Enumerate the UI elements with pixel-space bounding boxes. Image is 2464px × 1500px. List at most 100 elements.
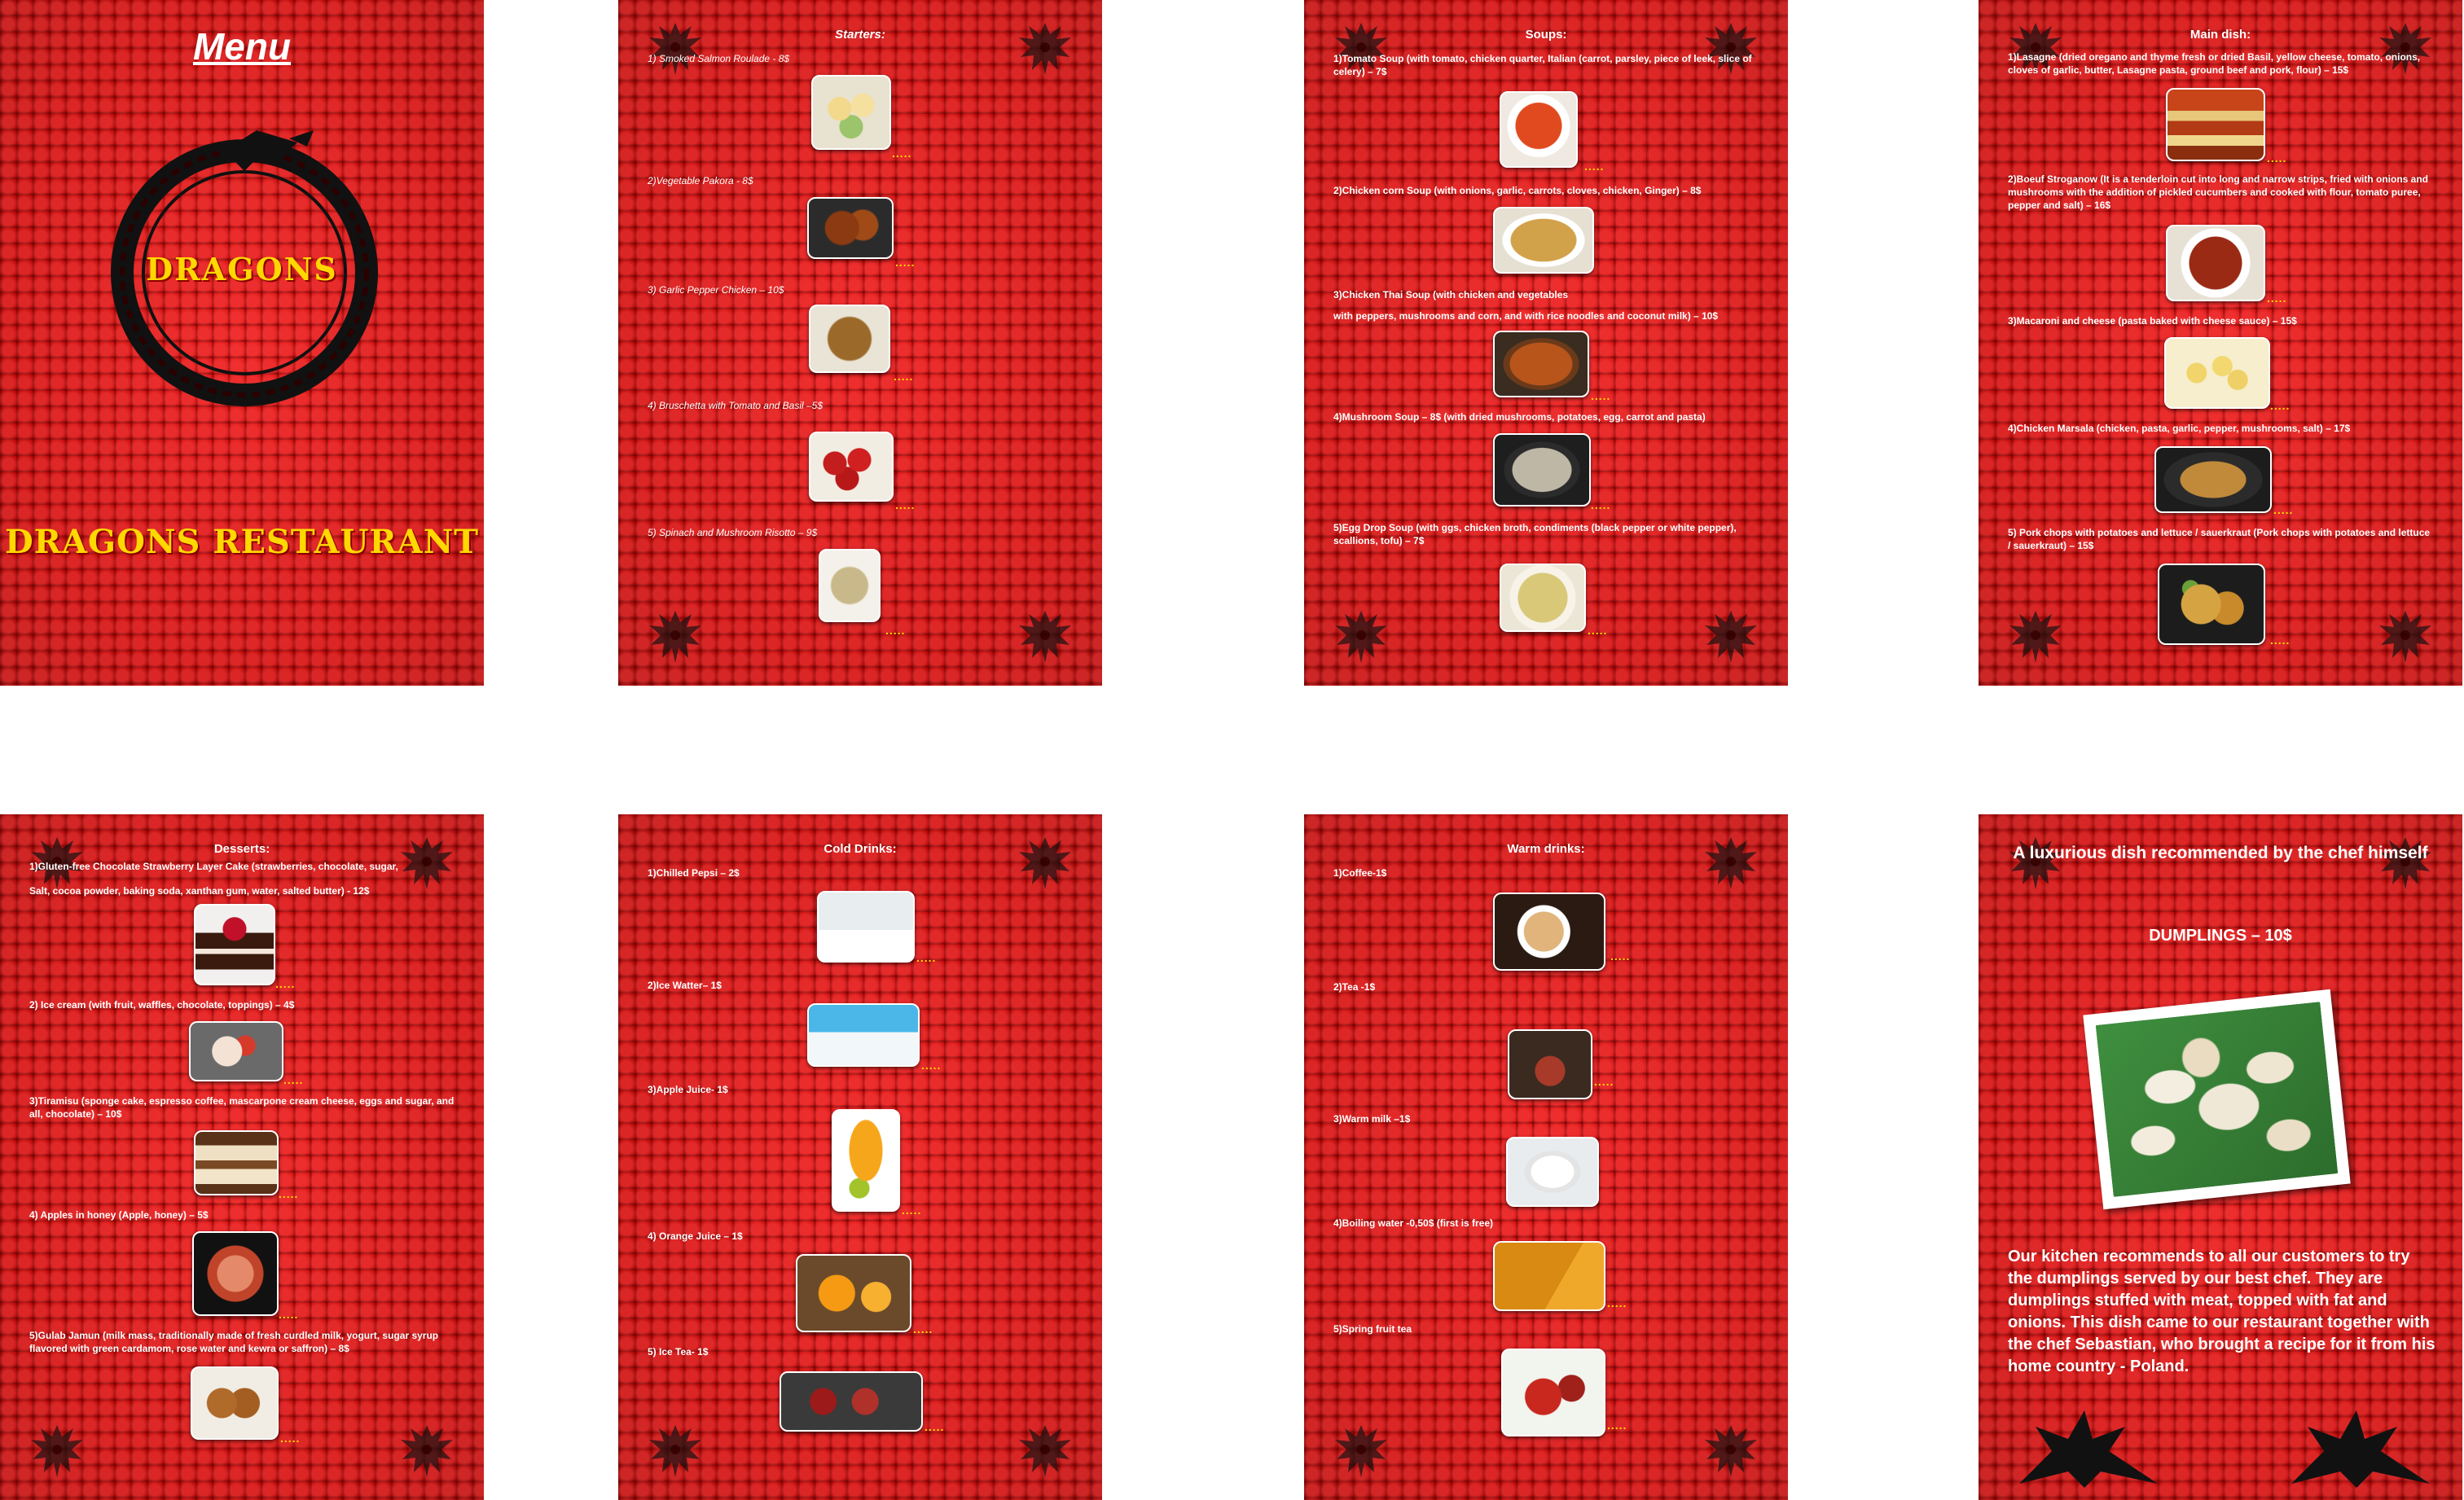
price-dots: ..... <box>892 147 912 160</box>
menu-item: 3)Chicken Thai Soup (with chicken and ve… <box>1333 289 1569 300</box>
dragon-emblem-icon <box>2003 604 2068 669</box>
price-dots: ..... <box>279 1308 299 1321</box>
brand-ring-text: DRAGONS <box>146 251 338 287</box>
dish-photo <box>796 1254 911 1332</box>
menu-item-cont: with peppers, mushrooms and corn, and wi… <box>1333 310 1719 322</box>
dish-photo <box>817 891 915 963</box>
chef-dish-name: DUMPLINGS – 10$ <box>2149 927 2292 945</box>
price-dots: ..... <box>1607 1419 1627 1432</box>
price-dots: ..... <box>916 951 937 964</box>
menu-item: 1)Coffee-1$ <box>1333 867 1387 879</box>
chef-title: A luxurious dish recommended by the chef… <box>2013 844 2428 862</box>
dish-photo <box>1493 207 1594 274</box>
brand-full-text: DRAGONS RESTAURANT <box>4 523 480 561</box>
price-dots: ..... <box>902 1204 922 1217</box>
section-title: Cold Drinks: <box>824 842 897 856</box>
menu-item: 2)Ice Watter– 1$ <box>648 980 722 991</box>
dish-photo <box>1493 331 1589 397</box>
dragon-emblem-icon <box>1698 1419 1763 1484</box>
menu-item: 2) Ice cream (with fruit, waffles, choco… <box>29 999 295 1011</box>
dish-photo <box>811 75 891 150</box>
price-dots: ..... <box>925 1420 945 1433</box>
menu-item: 1) Smoked Salmon Roulade - 8$ <box>648 53 790 64</box>
starters-page: Starters: 1) Smoked Salmon Roulade - 8$ … <box>618 0 1102 686</box>
dish-photo <box>2158 564 2265 645</box>
menu-item: 5)Spring fruit tea <box>1333 1323 1412 1335</box>
menu-item: 1)Lasagne (dried oregano and thyme fresh… <box>2008 51 2421 77</box>
dragon-emblem-icon <box>643 1419 708 1484</box>
menu-item: 4)Mushroom Soup – 8$ (with dried mushroo… <box>1333 411 1706 423</box>
dragon-silhouette-icon <box>2019 1410 2158 1488</box>
dragon-emblem-icon <box>1012 1419 1078 1484</box>
dragon-emblem-icon <box>2373 604 2438 669</box>
price-dots: ..... <box>1591 389 1611 402</box>
menu-item: 2)Vegetable Pakora - 8$ <box>648 175 753 186</box>
menu-item: 4) Bruschetta with Tomato and Basil –5$ <box>648 400 824 411</box>
dish-photo <box>819 549 881 622</box>
dish-photo <box>1501 1349 1605 1436</box>
menu-item: 1)Chilled Pepsi – 2$ <box>648 867 740 879</box>
price-dots: ..... <box>283 1073 304 1086</box>
dish-photo <box>809 305 890 373</box>
price-dots: ..... <box>2267 151 2287 164</box>
price-dots: ..... <box>1588 624 1608 637</box>
menu-item: 1)Gluten-free Chocolate Strawberry Layer… <box>29 861 398 872</box>
menu-item-cont: Salt, cocoa powder, baking soda, xanthan… <box>29 885 370 897</box>
section-title: Main dish: <box>2189 28 2251 42</box>
dragon-emblem-icon <box>1012 831 1078 896</box>
dragon-emblem-icon <box>1329 604 1394 669</box>
dish-photo <box>1493 1241 1605 1311</box>
menu-item: 5) Spinach and Mushroom Risotto – 9$ <box>648 527 818 538</box>
price-dots: ..... <box>1584 160 1605 173</box>
dragon-emblem-icon <box>643 604 708 669</box>
soups-page: Soups: 1)Tomato Soup (with tomato, chick… <box>1304 0 1788 686</box>
dish-photo <box>1493 893 1605 971</box>
dragon-emblem-icon <box>1329 1419 1394 1484</box>
dish-photo <box>1500 91 1578 168</box>
cold-drinks-page: Cold Drinks: 1)Chilled Pepsi – 2$ ..... … <box>618 814 1102 1500</box>
menu-item: 4) Orange Juice – 1$ <box>648 1230 743 1242</box>
price-dots: ..... <box>895 256 916 269</box>
price-dots: ..... <box>1594 1075 1614 1088</box>
price-dots: ..... <box>895 498 916 511</box>
desserts-page: Desserts: 1)Gluten-free Chocolate Strawb… <box>0 814 484 1500</box>
price-dots: ..... <box>921 1059 942 1072</box>
price-dots: ..... <box>2270 399 2291 412</box>
dish-photo <box>832 1109 900 1212</box>
menu-item: 2)Tea -1$ <box>1333 981 1376 993</box>
dish-photo <box>1508 1029 1592 1099</box>
main-dish-page: Main dish: 1)Lasagne (dried oregano and … <box>1979 0 2462 686</box>
dish-photo <box>2154 446 2272 513</box>
menu-item: 5)Egg Drop Soup (with ggs, chicken broth… <box>1333 522 1737 547</box>
price-dots: ..... <box>1607 1296 1627 1309</box>
menu-item: 5) Pork chops with potatoes and lettuce … <box>2008 527 2431 552</box>
dish-photo <box>2166 88 2265 161</box>
menu-item: 3)Warm milk –1$ <box>1333 1113 1411 1125</box>
price-dots: ..... <box>1591 498 1611 511</box>
menu-item: 2)Boeuf Stroganow (It is a tenderloin cu… <box>2008 173 2429 212</box>
menu-item: 3)Tiramisu (sponge cake, espresso coffee… <box>29 1095 455 1121</box>
menu-item: 4) Apples in honey (Apple, honey) – 5$ <box>29 1209 209 1221</box>
dragon-emblem-icon <box>1698 831 1763 896</box>
dish-photo <box>189 1021 283 1081</box>
cover-page: Menu DRAGONS DRAGONS RESTAURANT <box>0 0 484 686</box>
section-title: Warm drinks: <box>1507 842 1585 856</box>
dish-photo <box>194 904 275 985</box>
menu-item: 2)Chicken corn Soup (with onions, garlic… <box>1333 185 1702 196</box>
dish-photo <box>191 1366 279 1440</box>
section-title: Starters: <box>835 28 885 42</box>
dish-photo <box>1506 1137 1599 1207</box>
dragon-emblem-icon <box>643 16 708 81</box>
dish-photo <box>2164 337 2270 409</box>
dragon-emblem-icon <box>1012 16 1078 81</box>
warm-drinks-page: Warm drinks: 1)Coffee-1$ ..... 2)Tea -1$… <box>1304 814 1788 1500</box>
menu-item: 4)Chicken Marsala (chicken, pasta, garli… <box>2008 423 2351 434</box>
menu-item: 4)Boiling water -0,50$ (first is free) <box>1333 1217 1494 1229</box>
price-dots: ..... <box>2273 503 2294 516</box>
price-dots: ..... <box>1610 950 1631 963</box>
dish-photo <box>2166 225 2265 301</box>
dish-photo <box>194 1130 279 1195</box>
dish-photo <box>807 197 894 259</box>
dish-photo <box>780 1371 923 1432</box>
section-title: Desserts: <box>213 842 270 856</box>
